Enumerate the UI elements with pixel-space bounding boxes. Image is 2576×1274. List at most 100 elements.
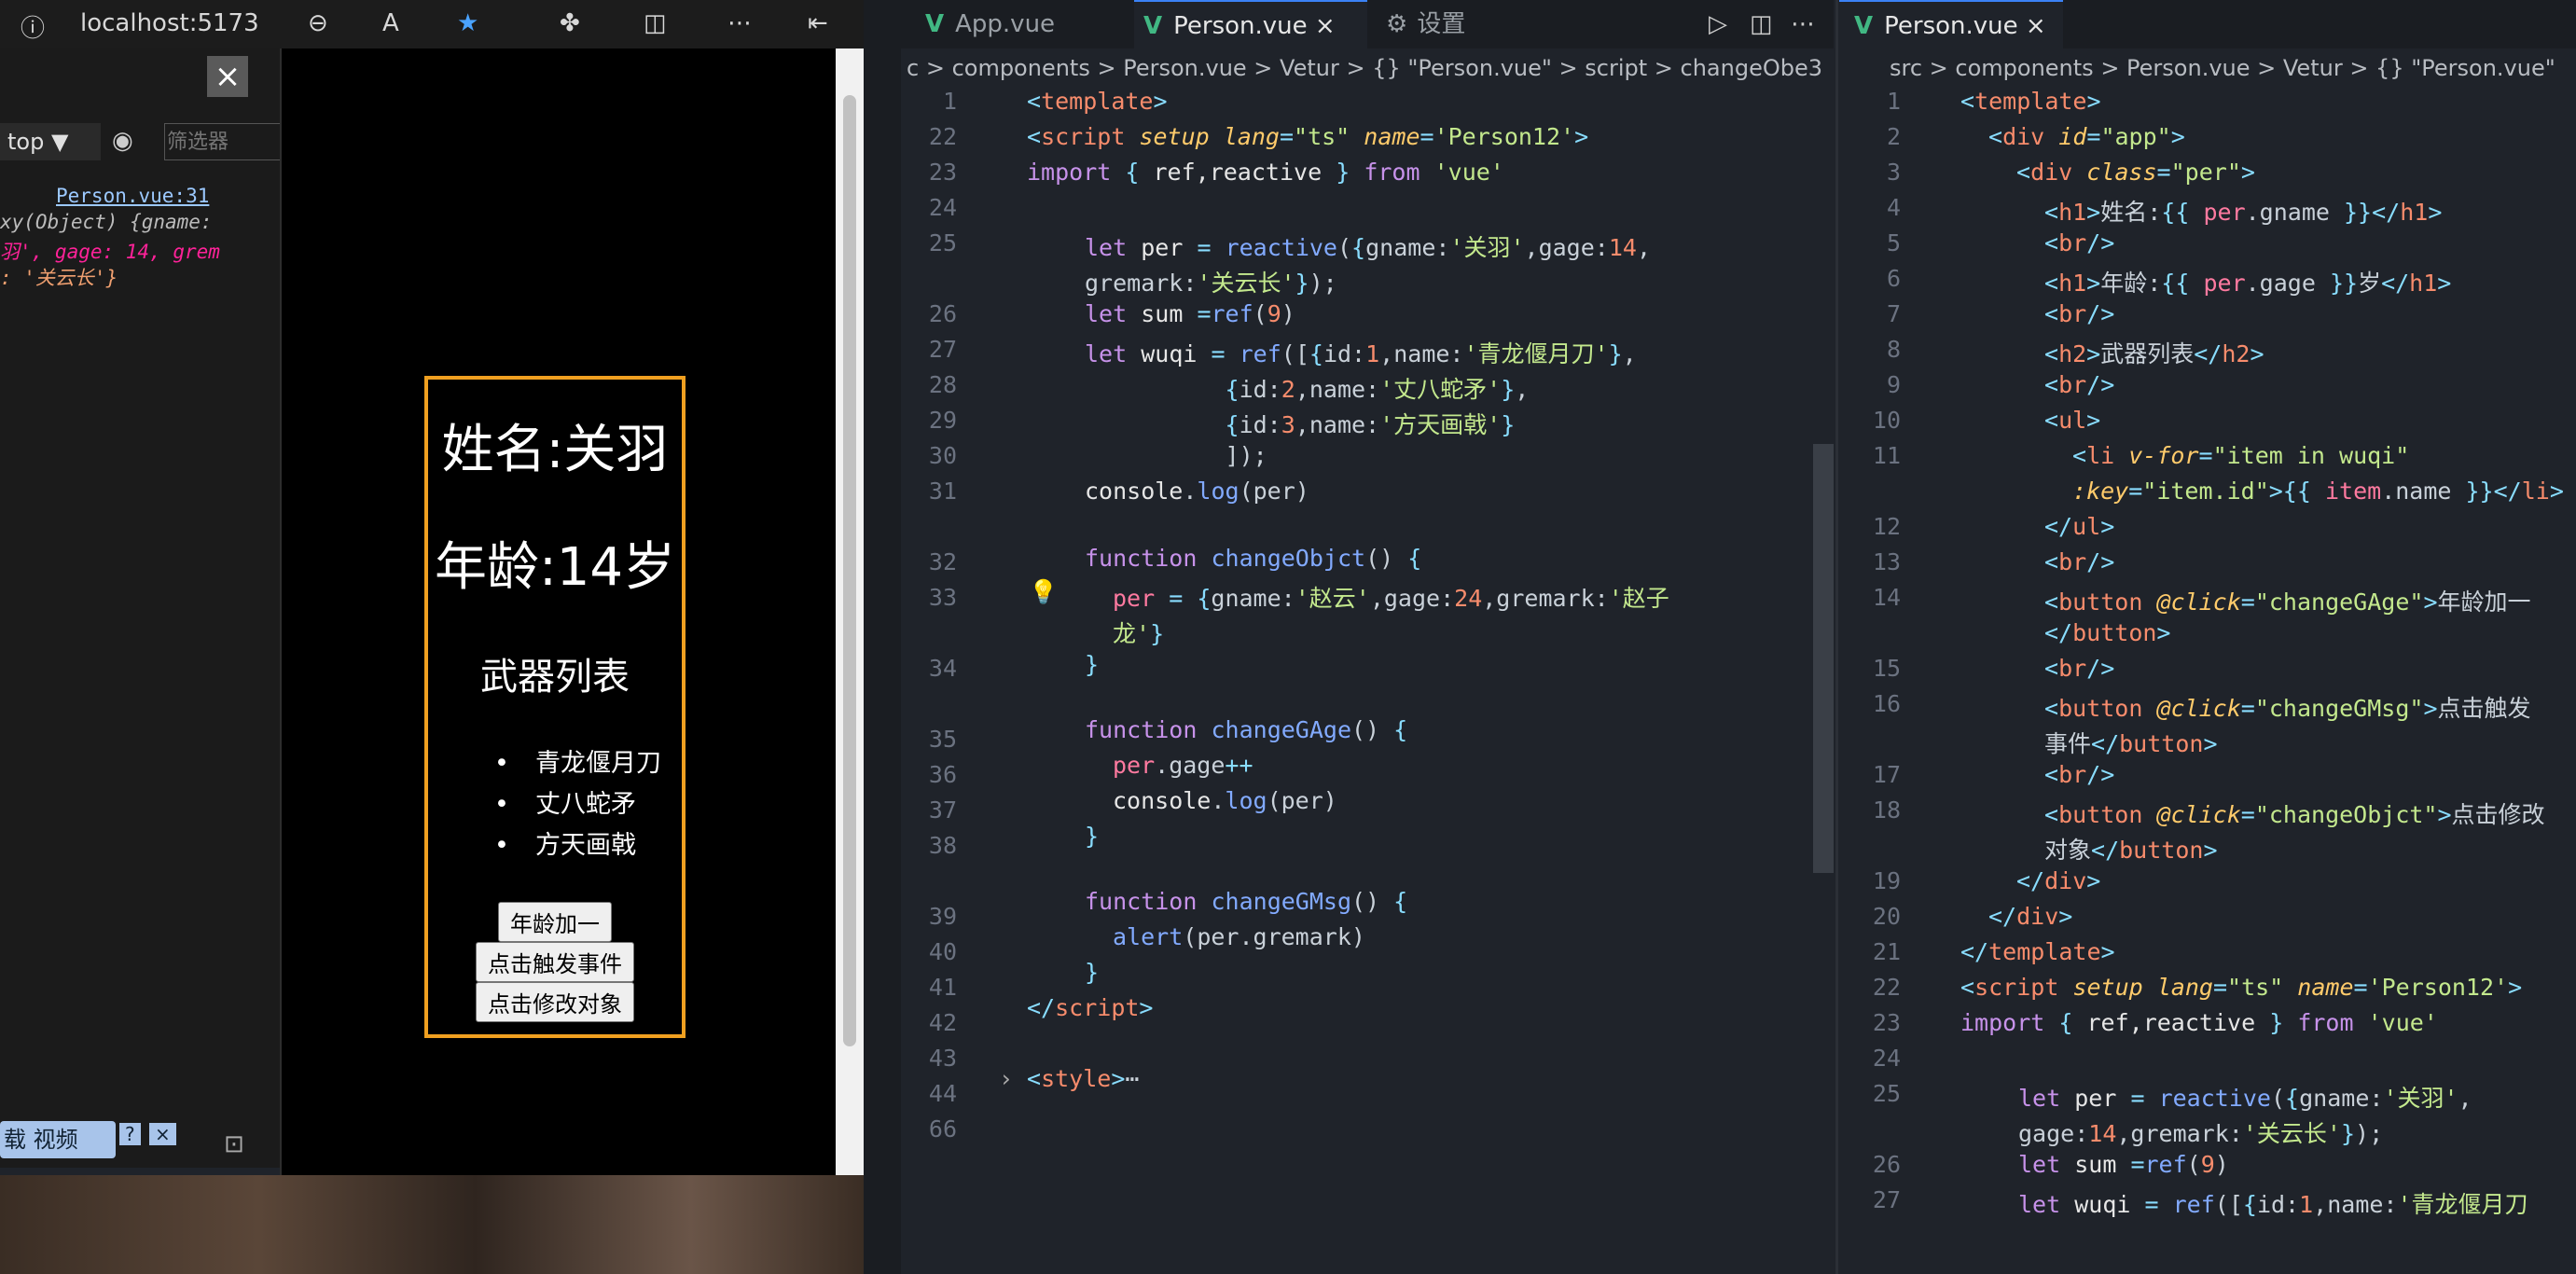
console-filter-input[interactable]: [164, 123, 282, 160]
line-number: 38: [928, 832, 957, 859]
favorite-star-icon[interactable]: ★: [457, 9, 478, 37]
tab-person-vue-right[interactable]: V Person.vue ×: [1839, 0, 2063, 48]
address-bar[interactable]: localhost:5173: [80, 9, 259, 37]
more-actions-icon[interactable]: ⋯: [1791, 0, 1815, 48]
line-number: 19: [1872, 867, 1901, 894]
sidebar-icon[interactable]: ⇤: [808, 9, 828, 37]
line-number: 34: [928, 655, 957, 682]
close-icon[interactable]: ×: [2026, 12, 2046, 40]
code-line: <br/>: [2044, 548, 2115, 575]
code-line: </div>: [1988, 903, 2073, 930]
close-icon[interactable]: ×: [207, 56, 248, 97]
code-line: <template>: [1960, 88, 2101, 115]
line-number: 11: [1872, 442, 1901, 469]
video-download-bar[interactable]: 载 视频: [0, 1121, 116, 1158]
line-number: 41: [928, 974, 957, 1001]
change-object-button[interactable]: 点击修改对象: [476, 982, 634, 1022]
line-number: 9: [1886, 371, 1901, 398]
split-editor-icon[interactable]: ◫: [1750, 0, 1773, 48]
code-line: <template>: [1027, 88, 1168, 115]
dock-icon[interactable]: ⊡: [224, 1130, 244, 1158]
line-number: 1: [942, 88, 957, 115]
read-aloud-icon[interactable]: A: [382, 9, 399, 37]
more-icon[interactable]: ⋯: [727, 9, 752, 37]
context-select[interactable]: top ▼: [0, 123, 101, 160]
scrollbar-thumb[interactable]: [1813, 444, 1834, 873]
help-icon[interactable]: ?: [119, 1123, 141, 1145]
eye-icon[interactable]: ◉: [112, 127, 133, 155]
lightbulb-icon[interactable]: 💡: [1029, 578, 1058, 606]
code-line: <h1>年龄:{{ per.gage }}岁</h1>: [2044, 270, 2452, 297]
code-line: function changeGAge() {: [1085, 716, 1408, 743]
vue-icon: V: [1143, 12, 1163, 40]
close-icon[interactable]: ×: [149, 1123, 176, 1145]
breadcrumb[interactable]: c > components > Person.vue > Vetur > {}…: [907, 48, 1830, 88]
code-line: </ul>: [2044, 513, 2115, 540]
run-icon[interactable]: ▷: [1709, 0, 1727, 48]
line-number: 8: [1886, 336, 1901, 363]
vue-icon: V: [925, 10, 945, 38]
scrollbar[interactable]: [836, 48, 864, 1175]
code-line: </button>: [2044, 619, 2171, 646]
code-line: <div class="per">: [2016, 159, 2255, 186]
list-item: 丈八蛇矛: [479, 784, 666, 825]
code-line: console.log(per): [1113, 787, 1337, 814]
code-line: <h1>姓名:{{ per.gname }}</h1>: [2044, 199, 2443, 226]
console-source-link[interactable]: Person.vue:31: [56, 185, 209, 207]
code-line: let sum =ref(9): [2018, 1151, 2229, 1178]
line-number: 25: [928, 229, 957, 256]
code-line: </template>: [1960, 938, 2115, 965]
code-line: 对象</button>: [2044, 837, 2218, 864]
code-pane-left[interactable]: 1 22 23 24 25 26 27 28 29 30 31 32 33 34 35 36 37 38 39 40 4…: [864, 86, 1834, 1274]
age-heading: 年龄:14岁: [434, 537, 676, 598]
tab-app-vue[interactable]: V App.vue: [916, 0, 1140, 48]
tab-settings[interactable]: ⚙ 设置: [1377, 0, 1572, 48]
info-icon[interactable]: ⓘ: [21, 9, 45, 44]
code-line: let sum =ref(9): [1085, 300, 1295, 327]
line-number: 33: [928, 584, 957, 611]
line-number: 24: [928, 194, 957, 221]
tab-person-vue[interactable]: V Person.vue ×: [1134, 0, 1367, 48]
weapons-heading: 武器列表: [480, 656, 630, 699]
code-line: <script setup lang="ts" name='Person12'>: [1027, 123, 1589, 150]
code-pane-right[interactable]: 1 2 3 4 5 6 7 8 9 10 11 12 13 14 15 16 17 18 19 20 21 22 23 24 2…: [1839, 86, 2576, 1274]
code-line: <h2>武器列表</h2>: [2044, 340, 2264, 367]
editor-split-divider[interactable]: [1835, 0, 1838, 1274]
line-number: 23: [1872, 1009, 1901, 1036]
code-line: gremark:'关云长'});: [1085, 270, 1337, 297]
breadcrumb[interactable]: src > components > Person.vue > Vetur > …: [1890, 48, 2576, 88]
code-line: </script>: [1027, 994, 1154, 1021]
code-line: 事件</button>: [2044, 730, 2218, 757]
line-number: 14: [1872, 584, 1901, 611]
code-line: function changeGMsg() {: [1085, 888, 1408, 915]
line-number: 43: [928, 1045, 957, 1072]
extensions-icon[interactable]: ✤: [560, 9, 580, 37]
code-line: {id:2,name:'丈八蛇矛'},: [1225, 376, 1530, 403]
line-number: 6: [1886, 265, 1901, 292]
scrollbar-thumb[interactable]: [843, 95, 856, 1046]
code-line: }: [1085, 959, 1100, 986]
code-line: let wuqi = ref([{id:1,name:'青龙偃月刀'},: [1085, 340, 1637, 367]
code-line: per.gage++: [1113, 752, 1253, 779]
console-output-line: : '关云长'}: [0, 267, 118, 289]
code-line: }: [1085, 651, 1100, 678]
trigger-event-button[interactable]: 点击触发事件: [476, 942, 634, 982]
code-line: <button @click="changeObjct">点击修改: [2044, 801, 2545, 828]
fold-chevron-icon[interactable]: ›: [999, 1065, 1013, 1092]
line-number: 39: [928, 903, 957, 930]
increase-age-button[interactable]: 年龄加一: [498, 902, 612, 942]
line-number: 5: [1886, 229, 1901, 256]
line-number: 22: [928, 123, 957, 150]
line-number: 26: [1872, 1151, 1901, 1178]
line-number: 12: [1872, 513, 1901, 540]
zoom-icon[interactable]: ⊖: [308, 9, 328, 37]
code-line: 龙'}: [1113, 620, 1165, 647]
line-number: 18: [1872, 796, 1901, 824]
line-number: 30: [928, 442, 957, 469]
code-line: <br/>: [2044, 229, 2115, 256]
close-icon[interactable]: ×: [1315, 12, 1336, 40]
line-number: 29: [928, 407, 957, 434]
line-number: 66: [928, 1115, 957, 1142]
split-screen-icon[interactable]: ◫: [644, 9, 667, 37]
line-number: 22: [1872, 974, 1901, 1001]
